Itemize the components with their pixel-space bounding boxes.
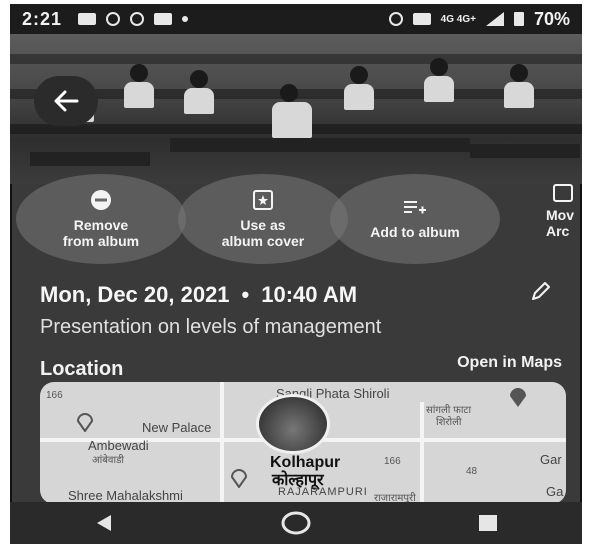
signal-icon (485, 12, 504, 26)
playlist-add-icon (404, 201, 426, 214)
status-time: 2:21 (22, 8, 63, 29)
status-bar: 2:21 4G 4G+ 70% (10, 4, 582, 34)
gallery-icon (154, 13, 173, 25)
battery-percent: 70% (533, 8, 570, 29)
map-pin-icon (510, 388, 526, 407)
action-label: Mov Arc (546, 207, 574, 239)
map-label: New Palace (142, 420, 212, 435)
action-label: Remove from album (62, 217, 140, 249)
map-label: 166 (46, 390, 63, 401)
notification-icon (130, 12, 145, 26)
alarm-icon (388, 12, 403, 26)
whatsapp-icon (106, 12, 121, 26)
separator: • (241, 282, 250, 307)
archive-icon (553, 184, 573, 202)
dot-icon (182, 16, 189, 22)
minus-circle-icon (91, 190, 111, 210)
map-label: आंबेवाडी (92, 455, 125, 466)
back-arrow-icon (54, 90, 79, 112)
nav-recents-icon[interactable] (477, 513, 499, 533)
battery-icon (513, 12, 524, 26)
location-map[interactable]: Sangli Phata Shiroli सांगली फाटा शिरोली … (40, 382, 566, 504)
photo-view[interactable] (10, 34, 582, 184)
add-to-album-button[interactable]: Add to album (330, 174, 500, 264)
action-bar: Remove from album Use as album cover Add… (10, 164, 582, 274)
map-label: Ambewadi (88, 438, 149, 453)
map-label: Gar (540, 452, 562, 467)
nav-home-icon[interactable] (281, 511, 311, 535)
remove-from-album-button[interactable]: Remove from album (16, 174, 186, 264)
action-label: Add to album (370, 224, 460, 240)
move-to-archive-button[interactable]: Mov Arc (546, 182, 582, 239)
photo-description[interactable]: Presentation on levels of management (40, 316, 381, 339)
album-cover-icon (253, 190, 273, 210)
nav-back-icon[interactable] (93, 512, 115, 534)
back-button[interactable] (34, 76, 98, 126)
vibrate-icon (412, 13, 431, 25)
map-label: RAJARAMPURI (278, 486, 368, 498)
date-time-row: Mon, Dec 20, 2021 • 10:40 AM (40, 282, 560, 308)
action-label: Use as album cover (221, 217, 305, 249)
photo-time: 10:40 AM (261, 282, 358, 307)
map-pin-icon (76, 413, 94, 432)
phone-screen: 2:21 4G 4G+ 70% Remove from album Use as… (10, 4, 582, 544)
map-pin-icon (230, 469, 248, 488)
system-nav-bar (10, 502, 582, 544)
map-label: 48 (466, 466, 478, 477)
photo-date: Mon, Dec 20, 2021 (40, 282, 230, 307)
map-label: शिरोली (436, 417, 462, 428)
map-label: Shree Mahalakshmi (68, 488, 183, 503)
location-title: Location (40, 358, 124, 380)
map-label: 166 (384, 456, 401, 467)
use-as-album-cover-button[interactable]: Use as album cover (178, 174, 348, 264)
network-type: 4G 4G+ (440, 13, 476, 25)
edit-pencil-icon[interactable] (530, 280, 552, 302)
photo-location-thumbnail (256, 394, 330, 454)
open-in-maps-link[interactable]: Open in Maps (457, 354, 562, 372)
message-icon (78, 13, 97, 25)
map-label: Ga (546, 484, 564, 499)
